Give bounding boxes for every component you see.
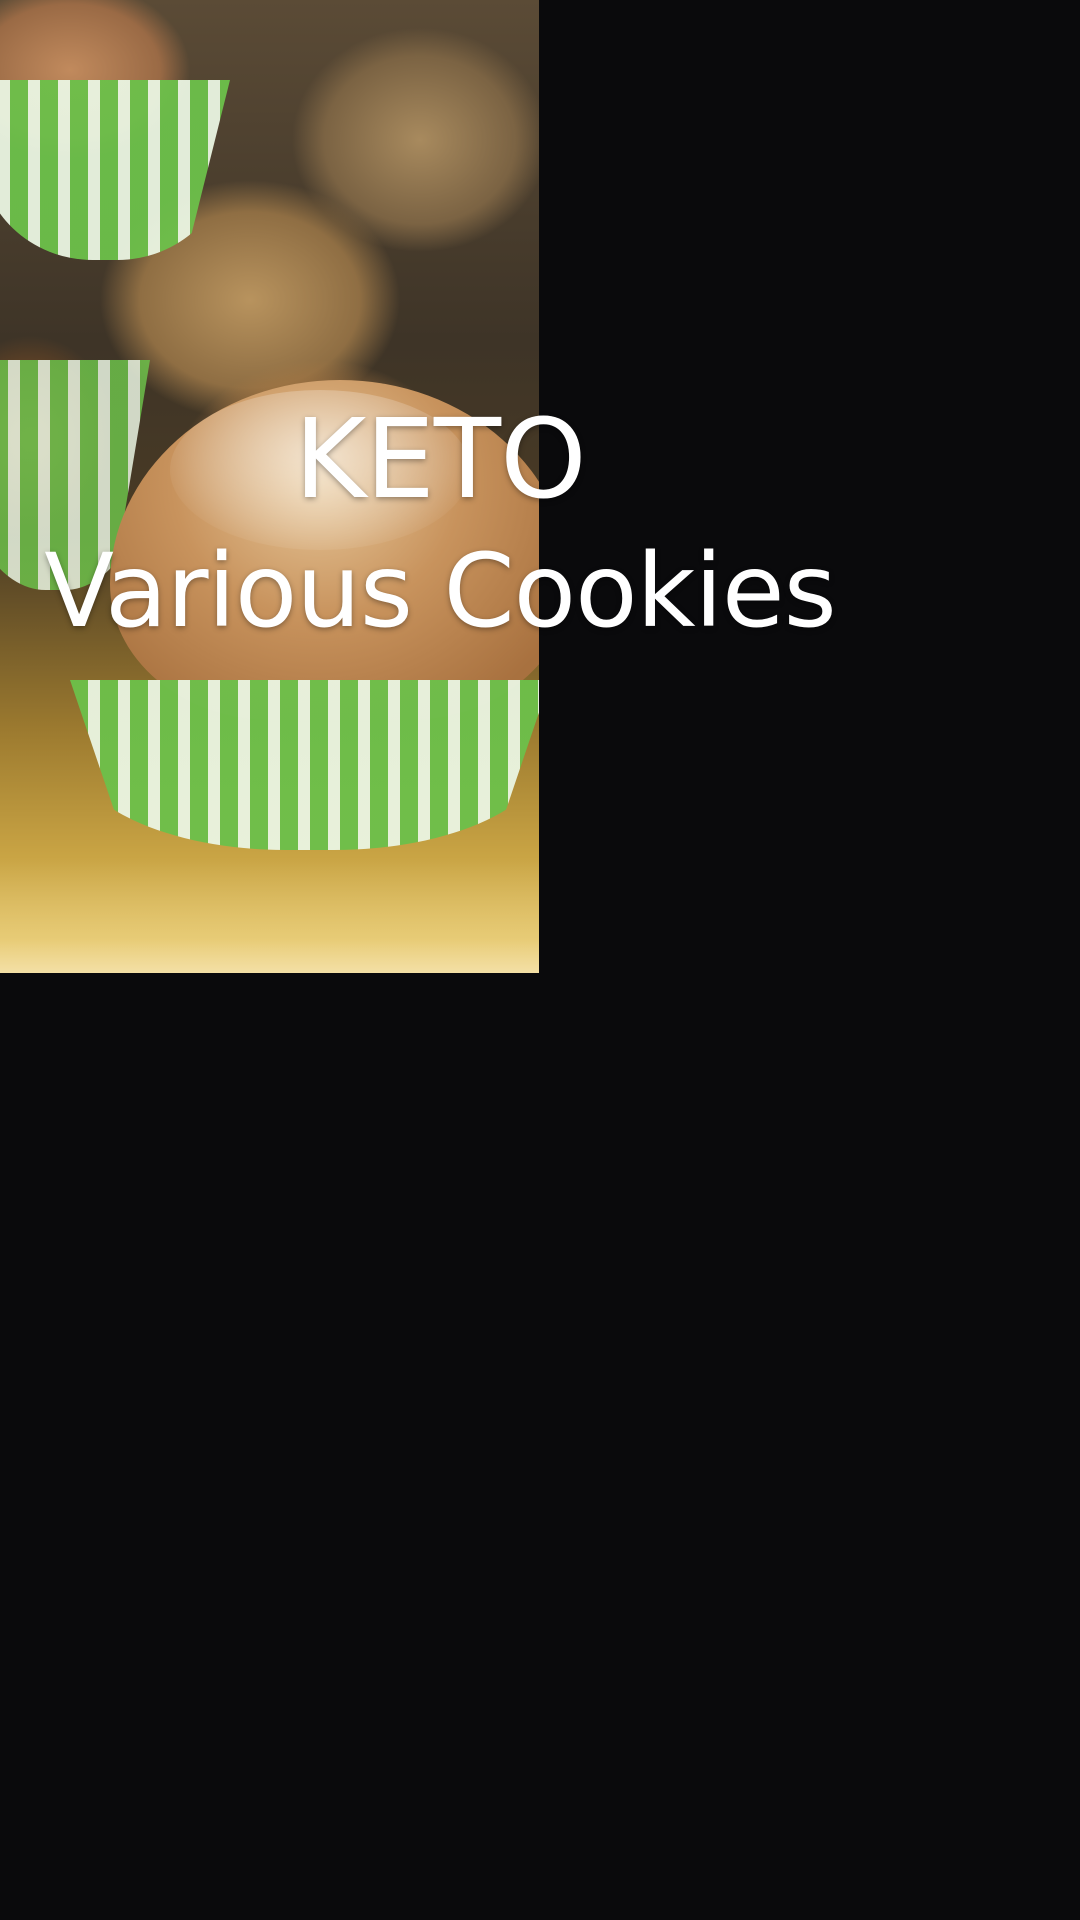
- paper-cup-top-left: [0, 80, 230, 260]
- title-line-various-cookies: Various Cookies: [44, 532, 837, 651]
- title-line-keto: KETO: [294, 395, 586, 523]
- paper-cup-main: [70, 680, 539, 850]
- video-screen: KETO Various Cookies: [0, 0, 1080, 1920]
- video-title-overlay: KETO Various Cookies: [0, 395, 880, 661]
- gold-tray: [0, 860, 539, 973]
